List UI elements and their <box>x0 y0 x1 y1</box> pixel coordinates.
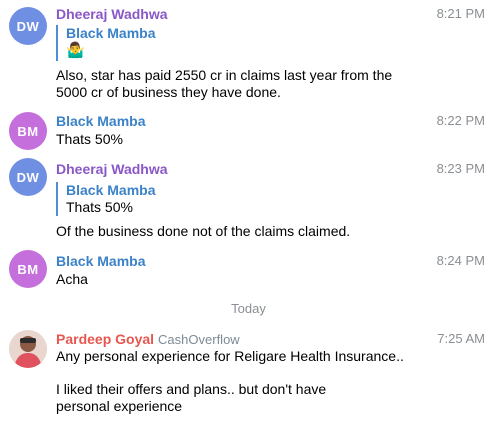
avatar[interactable]: BM <box>9 250 47 288</box>
message-text: I liked their offers and plans.. but don… <box>56 381 327 414</box>
avatar[interactable]: DW <box>9 158 47 196</box>
message-text: Of the business done not of the claims c… <box>56 223 351 239</box>
message-time: 8:21 PM <box>436 6 485 21</box>
sender-name[interactable]: Black Mamba <box>56 113 145 129</box>
sender-name[interactable]: Dheeraj Wadhwa <box>56 6 168 22</box>
message-text: Acha <box>56 271 88 287</box>
reply-quote[interactable]: Black Mamba Thats 50% <box>56 182 155 216</box>
sender-name[interactable]: Dheeraj Wadhwa <box>56 161 168 177</box>
person-photo-icon <box>9 330 47 368</box>
message-time: 8:23 PM <box>436 161 485 176</box>
avatar[interactable]: DW <box>9 7 47 45</box>
message-time: 7:25 AM <box>437 331 485 346</box>
reply-quote[interactable]: Black Mamba 🤷‍♂️ <box>56 25 155 61</box>
sender-name-text[interactable]: Pardeep Goyal <box>56 331 154 347</box>
sender-name[interactable]: Pardeep Goyal CashOverflow <box>56 331 240 347</box>
message-text: Also, star has paid 2550 cr in claims la… <box>56 67 393 100</box>
date-divider: Today <box>231 301 266 316</box>
avatar[interactable]: BM <box>9 112 47 150</box>
reply-text: Thats 50% <box>66 199 133 215</box>
message-text: Thats 50% <box>56 131 123 147</box>
reply-emoji: 🤷‍♂️ <box>66 42 85 59</box>
sender-title: CashOverflow <box>158 332 240 347</box>
message-text: Any personal experience for Religare Hea… <box>56 348 404 364</box>
message-time: 8:24 PM <box>436 253 485 268</box>
reply-sender-name: Black Mamba <box>66 25 156 41</box>
sender-name[interactable]: Black Mamba <box>56 253 145 269</box>
reply-sender-name: Black Mamba <box>66 182 156 198</box>
avatar-photo[interactable] <box>9 330 47 368</box>
message-time: 8:22 PM <box>436 113 485 128</box>
